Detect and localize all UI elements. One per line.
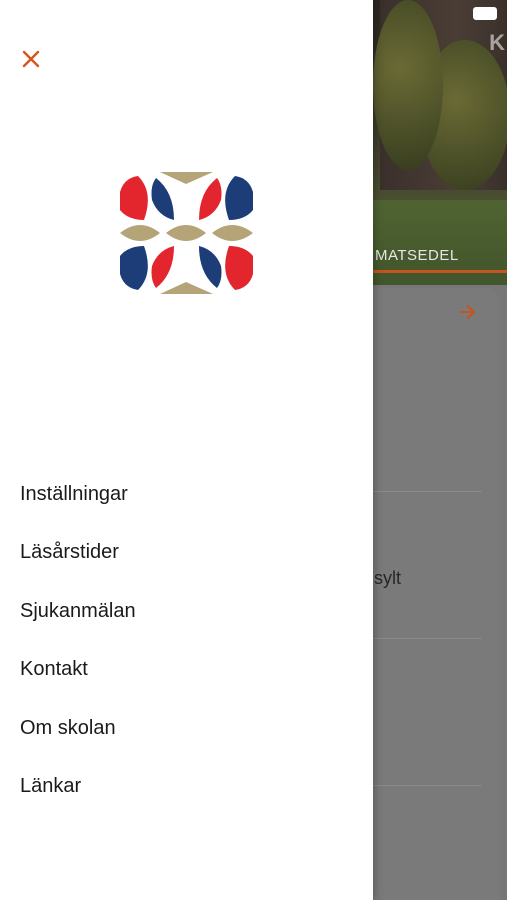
card-divider bbox=[370, 491, 482, 492]
tab-matsedel[interactable]: MATSEDEL bbox=[375, 247, 459, 264]
close-icon bbox=[22, 50, 40, 68]
menu-item-om-skolan[interactable]: Om skolan bbox=[20, 699, 340, 758]
hero-sign-letter: K bbox=[489, 30, 505, 55]
close-button[interactable] bbox=[14, 42, 48, 76]
card-divider bbox=[370, 785, 482, 786]
tab-indicator bbox=[373, 270, 507, 273]
navigation-drawer: Inställningar Läsårstider Sjukanmälan Ko… bbox=[0, 0, 373, 900]
menu-item-installningar[interactable]: Inställningar bbox=[20, 465, 340, 524]
card-divider bbox=[370, 638, 482, 639]
hero-tree bbox=[373, 0, 443, 170]
menu-item-kontakt[interactable]: Kontakt bbox=[20, 641, 340, 700]
menu-item-sjukanmalan[interactable]: Sjukanmälan bbox=[20, 582, 340, 641]
drawer-menu: Inställningar Läsårstider Sjukanmälan Ko… bbox=[20, 465, 340, 816]
menu-item-lankar[interactable]: Länkar bbox=[20, 758, 340, 817]
app-screen: K MATSEDEL sylt Inställningar Läsårstide… bbox=[0, 0, 507, 900]
menu-item-lasarstider[interactable]: Läsårstider bbox=[20, 524, 340, 583]
school-logo bbox=[120, 172, 253, 294]
card-text: sylt bbox=[374, 568, 401, 588]
battery-icon bbox=[473, 7, 497, 20]
arrow-right-icon[interactable] bbox=[458, 302, 478, 322]
